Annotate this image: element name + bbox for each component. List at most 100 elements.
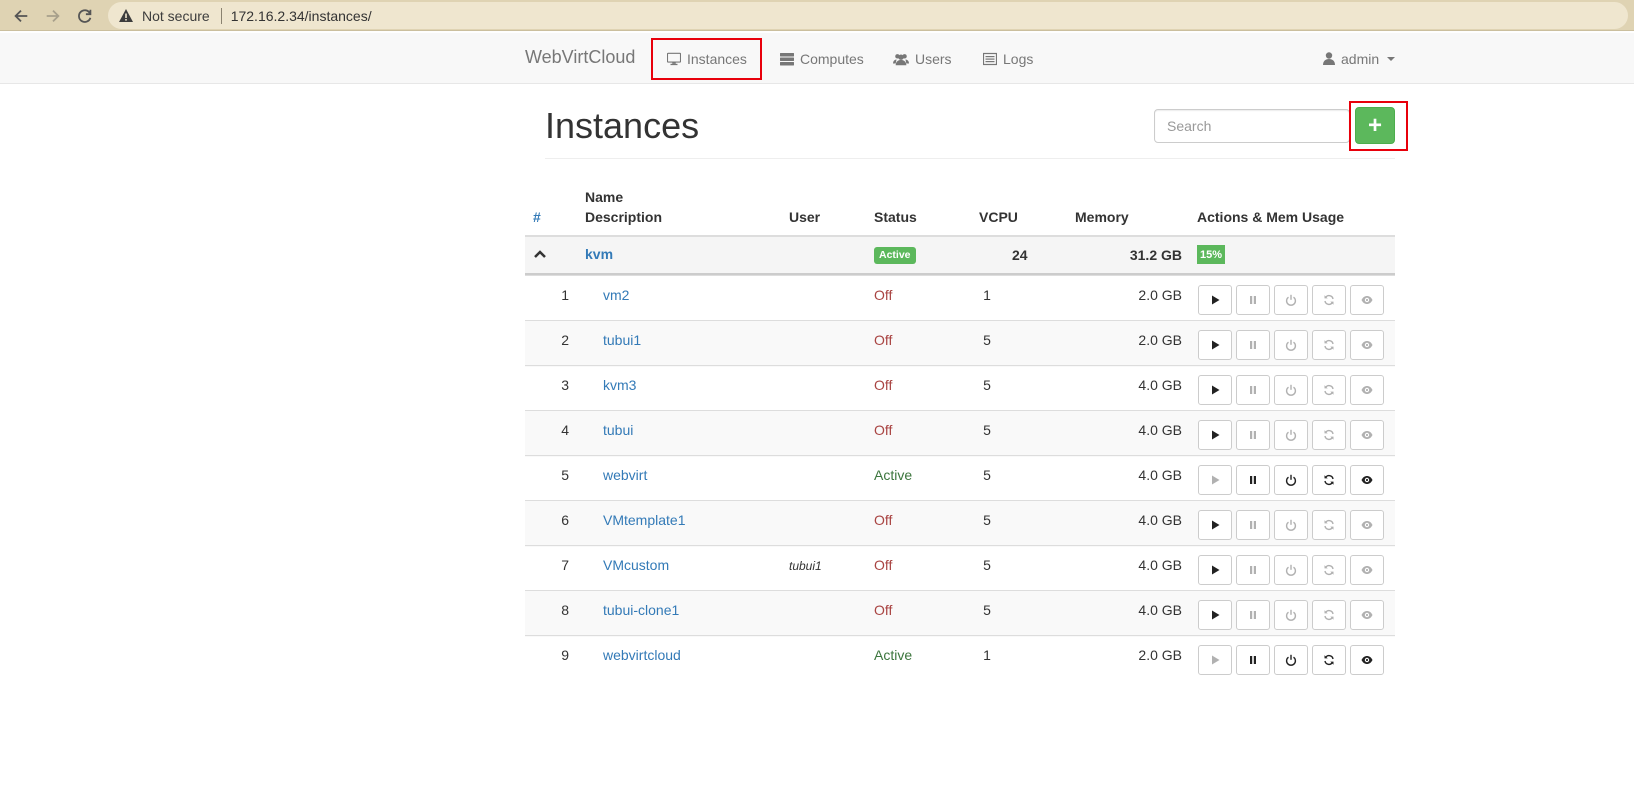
power-button[interactable]	[1274, 420, 1308, 450]
pause-button[interactable]	[1236, 510, 1270, 540]
refresh-button[interactable]	[1312, 600, 1346, 630]
instance-name-link[interactable]: VMcustom	[603, 557, 669, 573]
eye-button[interactable]	[1350, 555, 1384, 585]
power-button[interactable]	[1274, 465, 1308, 495]
power-button[interactable]	[1274, 375, 1308, 405]
play-icon	[1212, 340, 1220, 350]
refresh-button[interactable]	[1312, 555, 1346, 585]
play-button[interactable]	[1198, 420, 1232, 450]
power-button[interactable]	[1274, 285, 1308, 315]
play-icon	[1212, 430, 1220, 440]
pause-button[interactable]	[1236, 645, 1270, 675]
user-menu[interactable]: admin	[1323, 33, 1396, 84]
play-button[interactable]	[1198, 645, 1232, 675]
instance-vcpu: 5	[983, 332, 991, 348]
instance-name-link[interactable]: webvirt	[603, 467, 647, 483]
table-row: 3 kvm3 Off 5 4.0 GB	[525, 365, 1395, 412]
instance-name-link[interactable]: webvirtcloud	[603, 647, 681, 663]
forward-arrow-icon[interactable]	[42, 5, 64, 27]
instance-status: Off	[874, 377, 893, 393]
play-button[interactable]	[1198, 285, 1232, 315]
eye-button[interactable]	[1350, 600, 1384, 630]
play-button[interactable]	[1198, 465, 1232, 495]
power-button[interactable]	[1274, 330, 1308, 360]
eye-button[interactable]	[1350, 645, 1384, 675]
row-number: 3	[561, 377, 569, 393]
play-button[interactable]	[1198, 600, 1232, 630]
eye-button[interactable]	[1350, 465, 1384, 495]
instance-vcpu: 1	[983, 647, 991, 663]
play-icon	[1212, 655, 1220, 665]
nav-item-computes[interactable]: Computes	[780, 33, 864, 84]
row-number: 6	[561, 512, 569, 528]
instance-name-link[interactable]: tubui-clone1	[603, 602, 679, 618]
th-hash[interactable]: #	[533, 209, 541, 225]
power-button[interactable]	[1274, 645, 1308, 675]
instance-memory: 2.0 GB	[1138, 647, 1182, 663]
eye-button[interactable]	[1350, 375, 1384, 405]
host-name-link[interactable]: kvm	[585, 246, 613, 262]
power-button[interactable]	[1274, 600, 1308, 630]
pause-button[interactable]	[1236, 420, 1270, 450]
play-button[interactable]	[1198, 555, 1232, 585]
list-icon	[983, 52, 997, 65]
nav-item-logs[interactable]: Logs	[983, 33, 1033, 84]
pause-icon	[1250, 656, 1256, 664]
instance-memory: 4.0 GB	[1138, 557, 1182, 573]
page-title: Instances	[545, 105, 700, 146]
pause-icon	[1250, 476, 1256, 484]
instance-name-link[interactable]: vm2	[603, 287, 629, 303]
table-row: 4 tubui Off 5 4.0 GB	[525, 410, 1395, 457]
address-bar[interactable]: Not secure 172.16.2.34/instances/	[108, 2, 1628, 29]
play-button[interactable]	[1198, 510, 1232, 540]
search-input[interactable]	[1154, 109, 1350, 143]
url-text[interactable]: 172.16.2.34/instances/	[231, 8, 372, 24]
pause-button[interactable]	[1236, 465, 1270, 495]
brand-logo[interactable]: WebVirtCloud	[525, 47, 635, 68]
pause-button[interactable]	[1236, 375, 1270, 405]
pause-icon	[1250, 521, 1256, 529]
play-button[interactable]	[1198, 330, 1232, 360]
server-icon	[780, 52, 794, 65]
back-arrow-icon[interactable]	[10, 5, 32, 27]
eye-button[interactable]	[1350, 510, 1384, 540]
security-label[interactable]: Not secure	[142, 8, 210, 24]
refresh-button[interactable]	[1312, 465, 1346, 495]
pause-button[interactable]	[1236, 555, 1270, 585]
pause-button[interactable]	[1236, 330, 1270, 360]
instance-actions	[1198, 375, 1384, 405]
mem-usage-bar: 15%	[1197, 245, 1225, 264]
refresh-button[interactable]	[1312, 510, 1346, 540]
play-icon	[1212, 475, 1220, 485]
play-icon	[1212, 565, 1220, 575]
power-button[interactable]	[1274, 555, 1308, 585]
refresh-button[interactable]	[1312, 330, 1346, 360]
eye-button[interactable]	[1350, 420, 1384, 450]
instance-actions	[1198, 420, 1384, 450]
pause-button[interactable]	[1236, 285, 1270, 315]
pause-button[interactable]	[1236, 600, 1270, 630]
instance-name-link[interactable]: kvm3	[603, 377, 636, 393]
th-status: Status	[874, 209, 917, 225]
eye-button[interactable]	[1350, 285, 1384, 315]
refresh-button[interactable]	[1312, 645, 1346, 675]
nav-item-users[interactable]: Users	[893, 33, 952, 84]
instance-vcpu: 5	[983, 512, 991, 528]
eye-button[interactable]	[1350, 330, 1384, 360]
refresh-button[interactable]	[1312, 420, 1346, 450]
play-button[interactable]	[1198, 375, 1232, 405]
reload-icon[interactable]	[74, 5, 96, 27]
instance-vcpu: 5	[983, 602, 991, 618]
user-icon	[1323, 52, 1335, 65]
instance-memory: 4.0 GB	[1138, 422, 1182, 438]
instance-name-link[interactable]: VMtemplate1	[603, 512, 685, 528]
chevron-up-icon[interactable]	[532, 246, 548, 262]
row-number: 7	[561, 557, 569, 573]
power-button[interactable]	[1274, 510, 1308, 540]
refresh-button[interactable]	[1312, 375, 1346, 405]
instance-name-link[interactable]: tubui	[603, 422, 633, 438]
refresh-button[interactable]	[1312, 285, 1346, 315]
instance-name-link[interactable]: tubui1	[603, 332, 641, 348]
th-description: Description	[585, 209, 663, 225]
power-icon	[1285, 384, 1297, 396]
